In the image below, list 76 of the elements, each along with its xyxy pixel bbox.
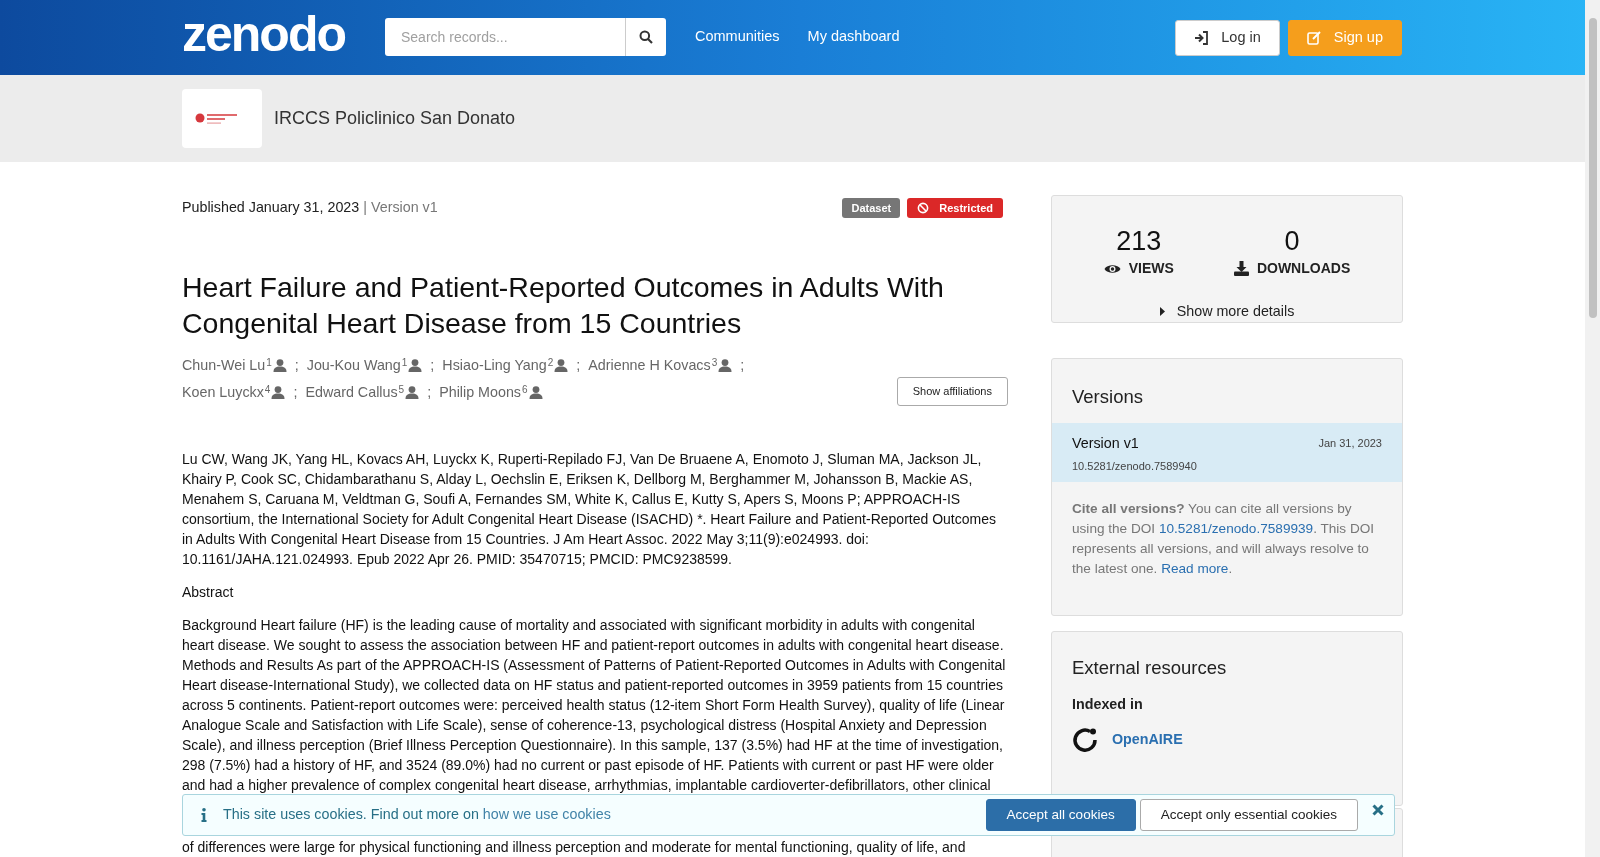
doi-link[interactable]: 10.5281/zenodo.7589939 [1158, 521, 1314, 536]
person-icon [554, 359, 569, 372]
cookie-policy-link[interactable]: how we use cookies [482, 806, 611, 823]
person-icon [528, 386, 543, 399]
cookie-message: This site uses cookies. Find out more on how we use cookies [223, 805, 611, 825]
login-icon [1194, 30, 1210, 45]
versions-heading: Versions [1071, 385, 1144, 409]
affiliation-number: 1 [266, 358, 272, 368]
version-doi: 10.5281/zenodo.7589940 [1072, 459, 1198, 475]
resource-type-badge: Dataset [842, 198, 901, 218]
affiliation-number: 3 [711, 358, 718, 368]
abstract-text: of differences were large for physical functioning and illness perception and moderate for mental functioning, quality of life, and [182, 838, 967, 857]
person-icon [272, 359, 287, 372]
creator-link[interactable]: Jou-Kou Wang [306, 352, 401, 379]
person-icon [408, 359, 423, 372]
affiliation-number: 5 [398, 385, 405, 395]
community-logo[interactable] [182, 89, 262, 148]
affiliation-number: 6 [522, 385, 528, 395]
separator: ; [740, 356, 745, 375]
version-label: | Version v1 [363, 198, 438, 218]
nav-link[interactable]: My dashboard [807, 25, 900, 48]
creator-link[interactable]: Hsiao-Ling Yang [442, 352, 547, 379]
zenodo-logo[interactable]: zenodo [182, 5, 345, 62]
separator: ; [293, 383, 298, 402]
logo-drawing [195, 113, 237, 124]
separator: ; [294, 356, 299, 375]
affiliation-number: 4 [264, 385, 271, 395]
creator-link[interactable]: Koen Luyckx [182, 379, 264, 406]
edit-icon [1306, 30, 1322, 45]
community-name[interactable]: IRCCS Policlinico San Donato [274, 105, 516, 132]
stat-value: 0 [1284, 226, 1300, 256]
resource-link[interactable]: OpenAIRE [1112, 729, 1183, 751]
eye-icon [1103, 262, 1121, 275]
cite-all-versions-text: Cite all versions? You can cite all versions by using the DOI 10.5281/zenodo.7589939. This DOI represents all versions, and will always resolve to the latest one. Read more. [1071, 500, 1376, 578]
creator-link[interactable]: Chun-Wei Lu [182, 352, 266, 379]
stat-value: 213 [1116, 226, 1162, 256]
affiliation-number: 2 [547, 358, 554, 368]
publication-date: Published January 31, 2023 [182, 198, 360, 218]
search-icon [639, 30, 653, 44]
info-icon [201, 808, 207, 822]
openaire-icon [1072, 727, 1098, 754]
record-title: Heart Failure and Patient-Reported Outcomes in Adults With Congenital Heart Disease from 15 Countries [182, 270, 945, 341]
indexed-in-label: Indexed in [1072, 694, 1144, 714]
person-icon [405, 386, 420, 399]
version-title: Version v1 [1072, 434, 1139, 453]
download-icon [1233, 261, 1249, 276]
close-icon [1372, 804, 1384, 816]
stat-label: VIEWS [1128, 259, 1174, 278]
login-button[interactable]: Log in [1175, 19, 1280, 56]
show-affiliations-button[interactable]: Show affiliations [896, 377, 1008, 406]
abstract-text: Background Heart failure (HF) is the leading cause of mortality and associated with significant morbidity in adults with congenital heart disease. We sought to assess the association between HF and patient-report outcomes in adults with congenital heart disease. Methods and Results As part of the APPROACH-IS (Assessment of Patterns of Patient-Reported Outcomes in Adults with Congenital Heart disease-International Study), we collected data on HF status and patient-reported outcomes in 3959 patients from 15 countries across 5 continents. Patient-report outcomes were: perceived health status (12-item Short Form Health Survey), quality of life (Linear Analogue Scale and Satisfaction with Life Scale), sense of coherence-13, psychological distress (Hospital Anxiety and Depression Scale), and illness perception (Brief Illness Perception Questionnaire). In this sample, 137 (3.5%) had HF at the time of investigation, 298 (7.5%) had a history of HF, and 3524 (89.0%) had no current or past episode of HF. Patients with current or past HF were older and had a higher prevalence of complex congenital heart disease, arrhythmias, implantable cardioverter-defibrillators, other clinical [182, 616, 1007, 795]
citation-text: Lu CW, Wang JK, Yang HL, Kovacs AH, Luyckx K, Ruperti-Repilado FJ, Van De Bruaene A, Enomoto J, Sluman MA, Jackson JL, Khairy P, Cook SC, Chidambarathanu S, Alday L, Oechslin E, Eriksen K, Dellborg M, Berghammer M, Johansson B, Mackie AS, Menahem S, Caruana M, Veldtman G, Soufi A, Fernandes SM, White K, Callus E, Kutty S, Apers S, Moons P; APPROACH-IS consortium, the International Society for Adult Congenital Heart Disease (ISACHD) *. Heart Failure and Patient-Reported Outcomes in Adults With Congenital Heart Disease from 15 Countries. J Am Heart Assoc. 2022 May 3;11(9):e024993. doi: 10.1161/JAHA.121.024993. Epub 2022 Apr 26. PMID: 35470715; PMCID: PMC9238599. [182, 450, 997, 569]
person-icon [271, 386, 286, 399]
version-date: Jan 31, 2023 [1318, 436, 1382, 452]
abstract-heading: Abstract [182, 583, 235, 602]
separator: ; [576, 356, 581, 375]
caret-icon [1159, 307, 1165, 317]
stat-label: DOWNLOADS [1256, 259, 1351, 278]
person-icon [718, 359, 733, 372]
close-button[interactable] [1372, 804, 1384, 816]
affiliation-number: 1 [401, 358, 408, 368]
creator-link[interactable]: Edward Callus [305, 379, 398, 406]
separator: ; [427, 383, 432, 402]
separator: ; [430, 356, 435, 375]
search-button[interactable] [625, 18, 666, 56]
accept-all-button[interactable]: Accept all cookies [985, 799, 1136, 831]
external-resources-heading: External resources [1072, 656, 1228, 680]
creator-link[interactable]: Philip Moons [439, 379, 521, 406]
accept-essential-button[interactable]: Accept only essential cookies [1139, 799, 1358, 831]
show-more-details-toggle[interactable]: Show more details [1159, 301, 1295, 323]
version-item[interactable]: Version v1 Jan 31, 2023 10.5281/zenodo.7589940 [1052, 423, 1402, 482]
creator-link[interactable]: Adrienne H Kovacs [588, 352, 711, 379]
access-badge: Restricted [907, 198, 1003, 218]
blocked-icon [917, 202, 930, 214]
nav-link[interactable]: Communities [695, 25, 780, 48]
scrollbar[interactable] [1585, 0, 1600, 857]
